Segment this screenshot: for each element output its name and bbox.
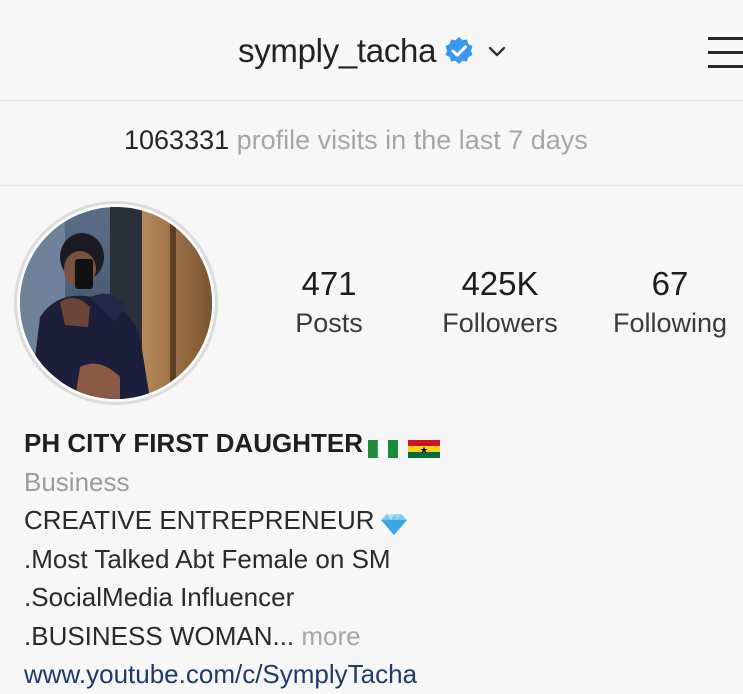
bio-line-3: .SocialMedia Influencer	[24, 582, 295, 612]
ghana-flag-icon	[407, 432, 443, 459]
stat-value: 471	[301, 265, 357, 302]
profile-name: PH CITY FIRST DAUGHTER	[24, 428, 363, 458]
stat-posts[interactable]: 471 Posts	[295, 262, 363, 340]
bio-line-1: CREATIVE ENTREPRENEUR	[24, 501, 724, 540]
verified-badge-icon	[444, 36, 474, 66]
more-link[interactable]: more	[301, 621, 360, 651]
menu-icon[interactable]	[706, 32, 743, 72]
bio-line-1-text: CREATIVE ENTREPRENEUR	[24, 505, 375, 535]
profile-bio: PH CITY FIRST DAUGHTER Business CREATIVE…	[24, 424, 724, 694]
profile-visits-count: 1063331	[124, 125, 230, 155]
stat-value: 425K	[461, 265, 539, 302]
avatar[interactable]	[20, 207, 212, 399]
profile-visits-label: profile visits in the last 7 days	[236, 125, 588, 155]
profile-name-row: PH CITY FIRST DAUGHTER	[24, 424, 724, 463]
stat-label: Posts	[295, 308, 363, 338]
gem-icon	[377, 509, 411, 536]
nigeria-flag-icon	[367, 432, 403, 459]
stat-label: Followers	[442, 308, 558, 338]
stat-following[interactable]: 67 Following	[613, 262, 727, 340]
chevron-down-icon	[486, 40, 508, 62]
bio-line-4: .BUSINESS WOMAN... more	[24, 617, 724, 656]
profile-visits-banner[interactable]: 1063331 profile visits in the last 7 day…	[0, 101, 743, 186]
account-switcher[interactable]: symply_tacha	[238, 32, 508, 70]
stat-value: 67	[651, 265, 689, 302]
stat-label: Following	[612, 308, 728, 338]
profile-category: Business	[24, 466, 130, 497]
bio-line-2: .Most Talked Abt Female on SM	[24, 543, 391, 574]
username: symply_tacha	[238, 32, 437, 69]
top-bar: symply_tacha	[0, 0, 743, 101]
stat-followers[interactable]: 425K Followers	[442, 262, 558, 340]
bio-line-4-text: .BUSINESS WOMAN...	[24, 620, 295, 651]
